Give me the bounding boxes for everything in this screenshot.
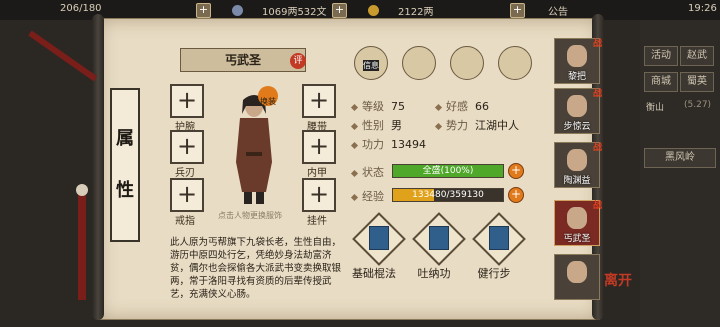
character-title: 丐武圣 (180, 48, 306, 72)
exp-add-button[interactable]: + (508, 187, 524, 203)
gold-value: 2122两 (398, 7, 434, 18)
outfit-hint: 点击人物更换服饰 (218, 211, 282, 220)
title-char-2: 性 (116, 180, 134, 201)
status-bar: 全盛(100%) (392, 164, 504, 178)
slot-armor[interactable]: + (302, 130, 336, 164)
clock: 19:26 (688, 3, 717, 14)
tassel-bead-icon (76, 184, 88, 196)
add-icon: + (176, 132, 198, 160)
status-add-button[interactable]: + (508, 163, 524, 179)
battle-icon: 战 (592, 39, 602, 49)
slot-belt[interactable]: + (302, 84, 336, 118)
slot-weapon[interactable]: + (170, 130, 204, 164)
right-menu-panel: 活动 赵武 商城 蜀英 衡山 (5.27) 黑风岭 (640, 20, 720, 327)
stat-favor: 好感 66 (434, 98, 489, 114)
slot-armor-label: 内甲 (307, 168, 327, 179)
slot-ring-label: 戒指 (175, 216, 195, 227)
stat-faction: 势力 江湖中人 (434, 117, 519, 133)
gold-plus-button[interactable]: + (510, 3, 525, 18)
fist-icon[interactable] (498, 46, 532, 80)
leave-badge[interactable]: 离开 (604, 270, 632, 290)
slot-pendant-label: 挂件 (307, 216, 327, 227)
slot-weapon-label: 兵刃 (175, 168, 195, 179)
skill-3-label: 健行步 (477, 267, 511, 280)
exp-label: 经验 (350, 188, 384, 204)
tassel-icon (78, 190, 86, 300)
menu-item-0[interactable]: 活动 (644, 46, 678, 66)
menu-item-3[interactable]: 蜀英 (680, 72, 714, 92)
battle-icon: 战 (592, 89, 602, 99)
portrait-3-selected[interactable]: 战丐武圣 (554, 200, 602, 246)
portrait-0[interactable]: 战黎把 (554, 38, 602, 84)
stamina-value: 206/180 (60, 3, 102, 14)
skill-1-label: 基础棍法 (352, 267, 396, 280)
tassel-cord (28, 30, 98, 82)
title-char-1: 属 (116, 128, 134, 149)
slot-wrist[interactable]: + (170, 84, 204, 118)
add-icon: + (176, 180, 198, 208)
slot-ring[interactable]: + (170, 178, 204, 212)
portrait-2[interactable]: 战陶渊益 (554, 142, 602, 188)
target-button[interactable]: 黑风岭 (644, 148, 716, 168)
location-sub: (5.27) (684, 100, 712, 110)
scroll-rod-left (92, 14, 104, 320)
announcement-link[interactable]: 公告 (548, 3, 568, 18)
stat-level: 等级 75 (350, 98, 405, 114)
add-icon: + (308, 86, 330, 114)
stat-gender: 性别 男 (350, 117, 402, 133)
coins-value: 1069两532文 (262, 7, 327, 18)
battle-icon: 战 (592, 143, 602, 153)
rank-badge[interactable]: 评 (290, 53, 306, 69)
equip-info-label: 信息 (363, 60, 379, 71)
character-figure[interactable] (226, 92, 282, 206)
battle-icon: 战 (592, 201, 602, 211)
portrait-4[interactable] (554, 254, 600, 300)
status-label: 状态 (350, 164, 384, 180)
status-text: 全盛(100%) (422, 166, 474, 176)
amulet-icon[interactable] (450, 46, 484, 80)
add-icon: + (308, 132, 330, 160)
skill-2-label: 吐纳功 (417, 267, 451, 280)
add-icon: + (308, 180, 330, 208)
gourd-icon[interactable] (402, 46, 436, 80)
stat-power: 功力 13494 (350, 136, 426, 152)
change-outfit-label: 换装 (260, 97, 276, 106)
book-icon (429, 226, 449, 250)
portrait-1[interactable]: 战步惊云 (554, 88, 602, 134)
menu-item-1[interactable]: 赵武 (680, 46, 714, 66)
add-icon: + (176, 86, 198, 114)
exp-text: 133480/359130 (412, 190, 484, 200)
coins-plus-button[interactable]: + (332, 3, 347, 18)
book-icon (369, 226, 389, 250)
top-status-bar: 206/180 + 1069两532文 + 2122两 + 公告 19:26 (0, 0, 720, 20)
menu-item-2[interactable]: 商城 (644, 72, 678, 92)
location-label: 衡山 (646, 103, 665, 113)
book-icon (489, 226, 509, 250)
stamina-plus-button[interactable]: + (196, 3, 211, 18)
slot-pendant[interactable]: + (302, 178, 336, 212)
attribute-title-panel: 属 性 (110, 88, 140, 242)
character-description: 此人原为丐帮旗下九袋长老，生性自由，游历中原四处行乞，凭绝妙身法劫富济贫，偶尔也… (170, 237, 342, 300)
exp-bar: 133480/359130 (392, 188, 504, 202)
